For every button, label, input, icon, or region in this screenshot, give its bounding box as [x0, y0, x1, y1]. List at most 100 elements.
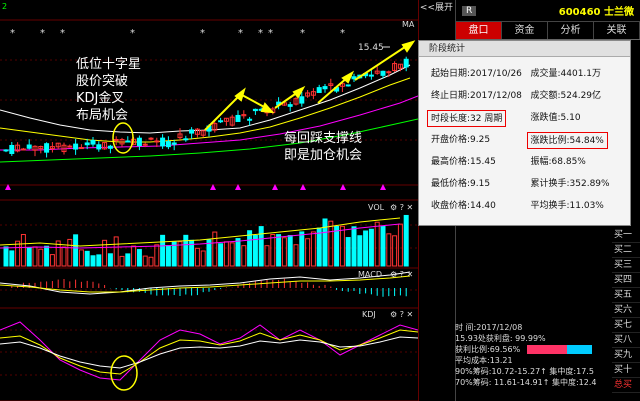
info-profit: 15.93处获利盘: 99.99%	[455, 334, 546, 343]
volume-bar	[368, 228, 374, 267]
volume-bar	[392, 235, 398, 267]
volume-bar	[183, 234, 189, 267]
ma-label: MA	[402, 20, 415, 29]
tab-zijin[interactable]: 资金	[502, 22, 548, 39]
candle-body	[316, 87, 322, 93]
volume-bar	[363, 230, 369, 267]
kline-chart-canvas[interactable]: * * * * * * * * * * 15.45	[0, 0, 418, 401]
annotation-support-add: 每回踩支撑线 即是加仓机会	[284, 131, 363, 163]
macd-settings-icon[interactable]: ⚙ ? ✕	[390, 270, 413, 279]
candle-body	[90, 140, 96, 145]
svg-text:*: *	[60, 28, 65, 39]
kline-chart-area[interactable]: * * * * * * * * * * 15.45 2 MA VOL ⚙ ? ✕…	[0, 0, 436, 401]
volume-bar	[380, 226, 386, 267]
volume-bar	[247, 230, 253, 267]
candle-body	[67, 145, 73, 148]
volume-bar	[61, 246, 67, 267]
candle-body	[386, 71, 392, 74]
candle-body	[247, 118, 253, 121]
stat-low-price: 最低价格:9.15	[431, 179, 491, 189]
volume-bar	[20, 234, 26, 267]
svg-text:*: *	[258, 28, 263, 39]
volume-bar	[78, 249, 84, 267]
volume-bar	[357, 235, 363, 267]
candle-body	[148, 137, 154, 140]
volume-bar	[15, 240, 21, 267]
quote-tabs: 盘口 资金 分析 关联	[456, 22, 640, 40]
popup-stats-grid: 起始日期:2017/10/26 成交量:4401.1万 终止日期:2017/12…	[419, 57, 630, 215]
candle-body	[345, 84, 351, 87]
buy-level-7: 买七	[612, 318, 640, 333]
rzrq-badge: R	[462, 5, 477, 16]
vol-label: VOL	[368, 203, 385, 212]
volume-bar	[67, 238, 73, 267]
volume-bar	[276, 234, 282, 267]
candle-body	[299, 96, 305, 104]
candle-body	[96, 144, 102, 150]
quote-header: R 600460 士兰微	[456, 0, 640, 22]
stock-code-name: 600460 士兰微	[558, 7, 634, 18]
volume-bar	[131, 245, 137, 267]
candle-body	[26, 144, 32, 149]
candle-body	[154, 140, 160, 143]
info-avg-cost: 平均成本:13.21	[455, 356, 513, 365]
tab-pankou[interactable]: 盘口	[456, 22, 502, 39]
volume-bar	[9, 250, 15, 267]
volume-bar	[287, 235, 293, 267]
buy-levels: 买一 买二 买三 买四 买五 买六 买七 买八 买九 买十 总买	[612, 228, 640, 393]
svg-text:*: *	[40, 28, 45, 39]
volume-bar	[96, 254, 102, 267]
volume-bar	[264, 245, 270, 267]
info-chip90: 90%筹码:10.72-15.27↑ 集中度:17.5	[455, 367, 594, 376]
volume-bar	[113, 236, 119, 267]
svg-text:*: *	[200, 28, 205, 39]
candle-body	[136, 137, 142, 147]
volume-bar	[258, 226, 264, 267]
buy-level-5: 买五	[612, 288, 640, 303]
popup-title[interactable]: 阶段统计	[419, 41, 630, 57]
candle-body	[44, 143, 50, 153]
tab-guanlian[interactable]: 关联	[594, 22, 640, 39]
candle-body	[9, 144, 15, 154]
volume-bar	[200, 250, 206, 267]
candle-body	[113, 139, 119, 142]
candle-body	[84, 142, 90, 146]
candle-body	[160, 137, 166, 147]
buy-level-3: 买三	[612, 258, 640, 273]
volume-bar	[241, 245, 247, 267]
candle-body	[380, 70, 386, 76]
high-price-label: 15.45	[358, 43, 384, 53]
stat-volume: 成交量:4401.1万	[530, 69, 602, 79]
stat-amplitude: 振幅:68.85%	[530, 157, 586, 167]
candle-body	[125, 140, 131, 143]
volume-bar	[403, 214, 409, 267]
collapse-button[interactable]: <<展开	[419, 0, 455, 14]
kdj-settings-icon[interactable]: ⚙ ? ✕	[390, 310, 413, 319]
period-stats-popup[interactable]: 阶段统计 起始日期:2017/10/26 成交量:4401.1万 终止日期:20…	[418, 40, 631, 226]
volume-bar	[305, 238, 311, 267]
candle-body	[189, 129, 195, 134]
volume-bar	[3, 246, 9, 267]
candle-body	[171, 142, 177, 145]
candle-body	[73, 143, 79, 150]
volume-bar	[374, 221, 380, 267]
candle-body	[142, 143, 148, 146]
volume-bar	[310, 231, 316, 267]
volume-bar	[107, 253, 113, 267]
annotation-low-cross: 低位十字星 股价突破 KDJ金叉 布局机会	[76, 57, 142, 123]
volume-bar	[44, 245, 50, 267]
buy-level-4: 买四	[612, 273, 640, 288]
volume-bar	[160, 234, 166, 267]
stat-turnover: 成交额:524.29亿	[530, 91, 602, 101]
stat-change-value: 涨跌值:5.10	[530, 113, 581, 123]
volume-bar	[38, 248, 44, 267]
kdj-label: KDJ	[362, 310, 376, 319]
volume-bar	[148, 256, 154, 267]
volume-bar	[102, 239, 108, 267]
candle-body	[20, 148, 26, 151]
stat-close-price: 收盘价格:14.40	[431, 201, 496, 211]
tab-fenxi[interactable]: 分析	[548, 22, 594, 39]
vol-settings-icon[interactable]: ⚙ ? ✕	[390, 203, 413, 212]
candle-body	[252, 108, 258, 112]
volume-bar	[299, 231, 305, 267]
